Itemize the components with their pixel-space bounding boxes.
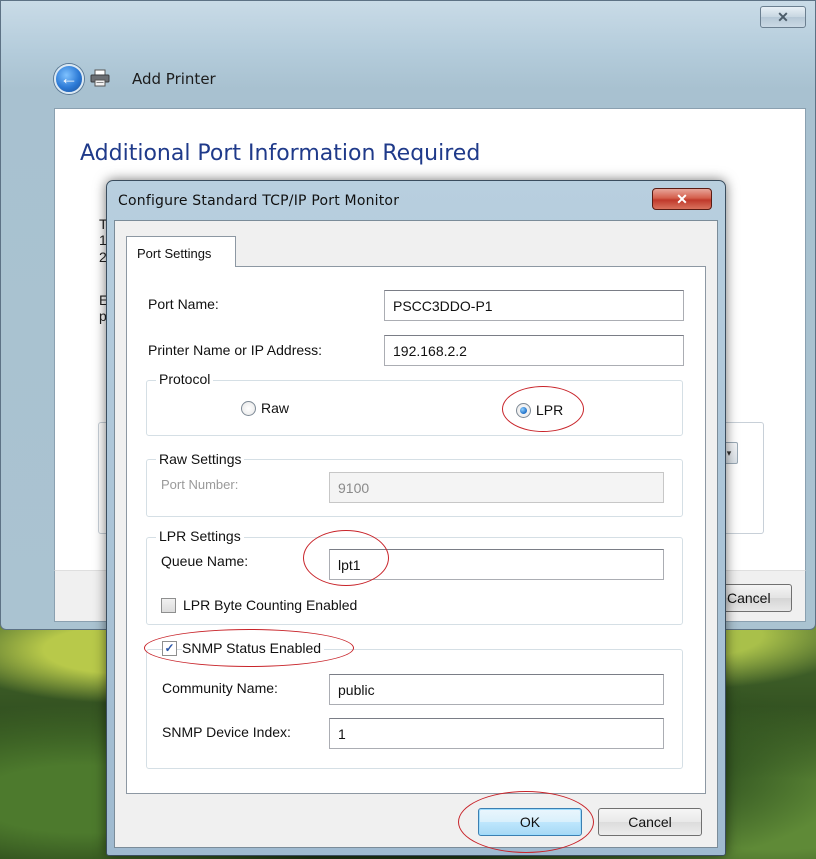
lpr-byte-counting-label[interactable]: LPR Byte Counting Enabled [183, 597, 357, 613]
snmp-device-index-label: SNMP Device Index: [162, 724, 291, 740]
page-heading: Additional Port Information Required [80, 141, 481, 166]
snmp-group [146, 649, 683, 769]
lpr-settings-group-title: LPR Settings [156, 528, 244, 544]
port-name-label: Port Name: [148, 296, 219, 312]
back-arrow-icon: ← [60, 68, 78, 88]
protocol-group-title: Protocol [156, 371, 214, 387]
annotation-circle-queue-name [303, 530, 389, 586]
annotation-circle-lpr [502, 386, 584, 432]
cancel-button[interactable]: Cancel [598, 808, 702, 836]
window-close-button[interactable]: ✕ [760, 6, 806, 28]
port-number-label: Port Number: [161, 477, 239, 492]
dialog-title: Configure Standard TCP/IP Port Monitor [118, 193, 400, 209]
raw-settings-group-title: Raw Settings [156, 451, 245, 467]
queue-name-label: Queue Name: [161, 553, 249, 569]
protocol-group [146, 380, 683, 436]
port-name-field[interactable] [384, 290, 684, 321]
community-name-label: Community Name: [162, 680, 278, 696]
back-button[interactable]: ← [54, 64, 84, 94]
dialog-close-button[interactable]: ✕ [652, 188, 712, 210]
port-number-field[interactable] [329, 472, 664, 503]
community-name-field[interactable] [329, 674, 664, 705]
snmp-device-index-field[interactable] [329, 718, 664, 749]
printer-address-field[interactable] [384, 335, 684, 366]
tab-port-settings[interactable]: Port Settings [126, 236, 236, 267]
raw-radio[interactable] [241, 401, 256, 416]
printer-icon [90, 69, 110, 87]
annotation-circle-snmp [144, 629, 354, 667]
window-title: Add Printer [132, 70, 216, 88]
annotation-circle-ok [458, 791, 594, 853]
printer-address-label: Printer Name or IP Address: [148, 342, 323, 358]
lpr-byte-counting-checkbox[interactable] [161, 598, 176, 613]
raw-radio-label[interactable]: Raw [261, 400, 289, 416]
